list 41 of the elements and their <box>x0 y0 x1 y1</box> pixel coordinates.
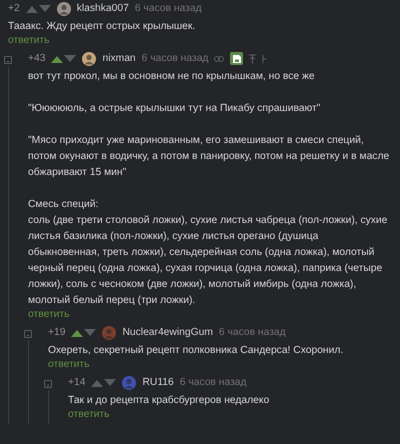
comment-text: "Юююююль, а острые крылышки тут на Пикабу спрашивают" <box>28 102 322 116</box>
comment-text: Тааакс. Жду рецепт острых крылышек. <box>8 20 196 34</box>
upvote-icon[interactable] <box>51 54 64 62</box>
reply-link[interactable]: ответить <box>8 35 50 46</box>
comment-text: Охереть, секретный рецепт полковника Сандерса! Схоронил. <box>48 344 344 358</box>
rating: +43 <box>28 53 46 64</box>
reply-link[interactable]: ответить <box>68 409 110 420</box>
collapse-button[interactable] <box>4 56 12 64</box>
link-icon[interactable] <box>214 56 224 62</box>
upvote-icon[interactable] <box>26 4 38 12</box>
username[interactable]: Nuclear4ewingGum <box>122 327 213 338</box>
downvote-icon[interactable] <box>38 4 51 12</box>
rating: +2 <box>8 3 20 14</box>
username[interactable]: RU116 <box>142 377 174 388</box>
timestamp: 6 часов назад <box>134 3 202 14</box>
reply-link[interactable]: ответить <box>48 359 90 370</box>
timestamp: 6 часов назад <box>180 377 247 388</box>
reply-link[interactable]: ответить <box>28 309 70 320</box>
comment-text: соль (две трети столовой ложки), сухие листья чабреца (пол-ложки), сухие листья базилика (пол-ложки), сухие листья орегано (душица обыкновенная, треть ложки), сельдерейная соль (одна ложка), молотый черный перец (одна ложка), сухая горчица (одна ложка), паприка (четыре ложки), соль с чесноком (две ложки), молотый имбирь (одна ложка), молотый белый перец (три ложки). <box>28 214 388 308</box>
rating: +19 <box>48 327 66 338</box>
downvote-icon[interactable] <box>104 378 116 386</box>
comment-text: "Мясо приходит уже маринованным, его замешивают в смеси специй, потом окунают в водичку, а потом в панировку, потом на решетку и в масле обжаривают 15 мин" <box>28 134 390 180</box>
timestamp: 6 часов назад <box>142 53 208 64</box>
avatar <box>102 326 116 340</box>
rating: +14 <box>68 377 86 388</box>
upvote-icon[interactable] <box>71 328 84 336</box>
save-button[interactable] <box>230 52 244 65</box>
avatar <box>122 376 136 390</box>
downvote-icon[interactable] <box>64 54 76 62</box>
avatar <box>82 52 96 66</box>
username[interactable]: nixman <box>102 53 136 64</box>
username[interactable]: klashka007 <box>76 3 129 14</box>
collapse-button[interactable] <box>44 380 52 388</box>
comment-text: Так и до рецепта крабсбургеров недалеко <box>68 394 270 408</box>
timestamp: 6 часов назад <box>218 327 286 338</box>
collapse-button[interactable] <box>24 330 32 338</box>
upvote-icon[interactable] <box>91 378 104 386</box>
downvote-icon[interactable] <box>84 328 96 336</box>
pin-icon[interactable] <box>249 54 256 64</box>
comment-text: вот тут прокол, мы в основном не по крылышкам, но все же <box>28 70 316 84</box>
comment-text: Смесь специй: <box>28 198 100 212</box>
